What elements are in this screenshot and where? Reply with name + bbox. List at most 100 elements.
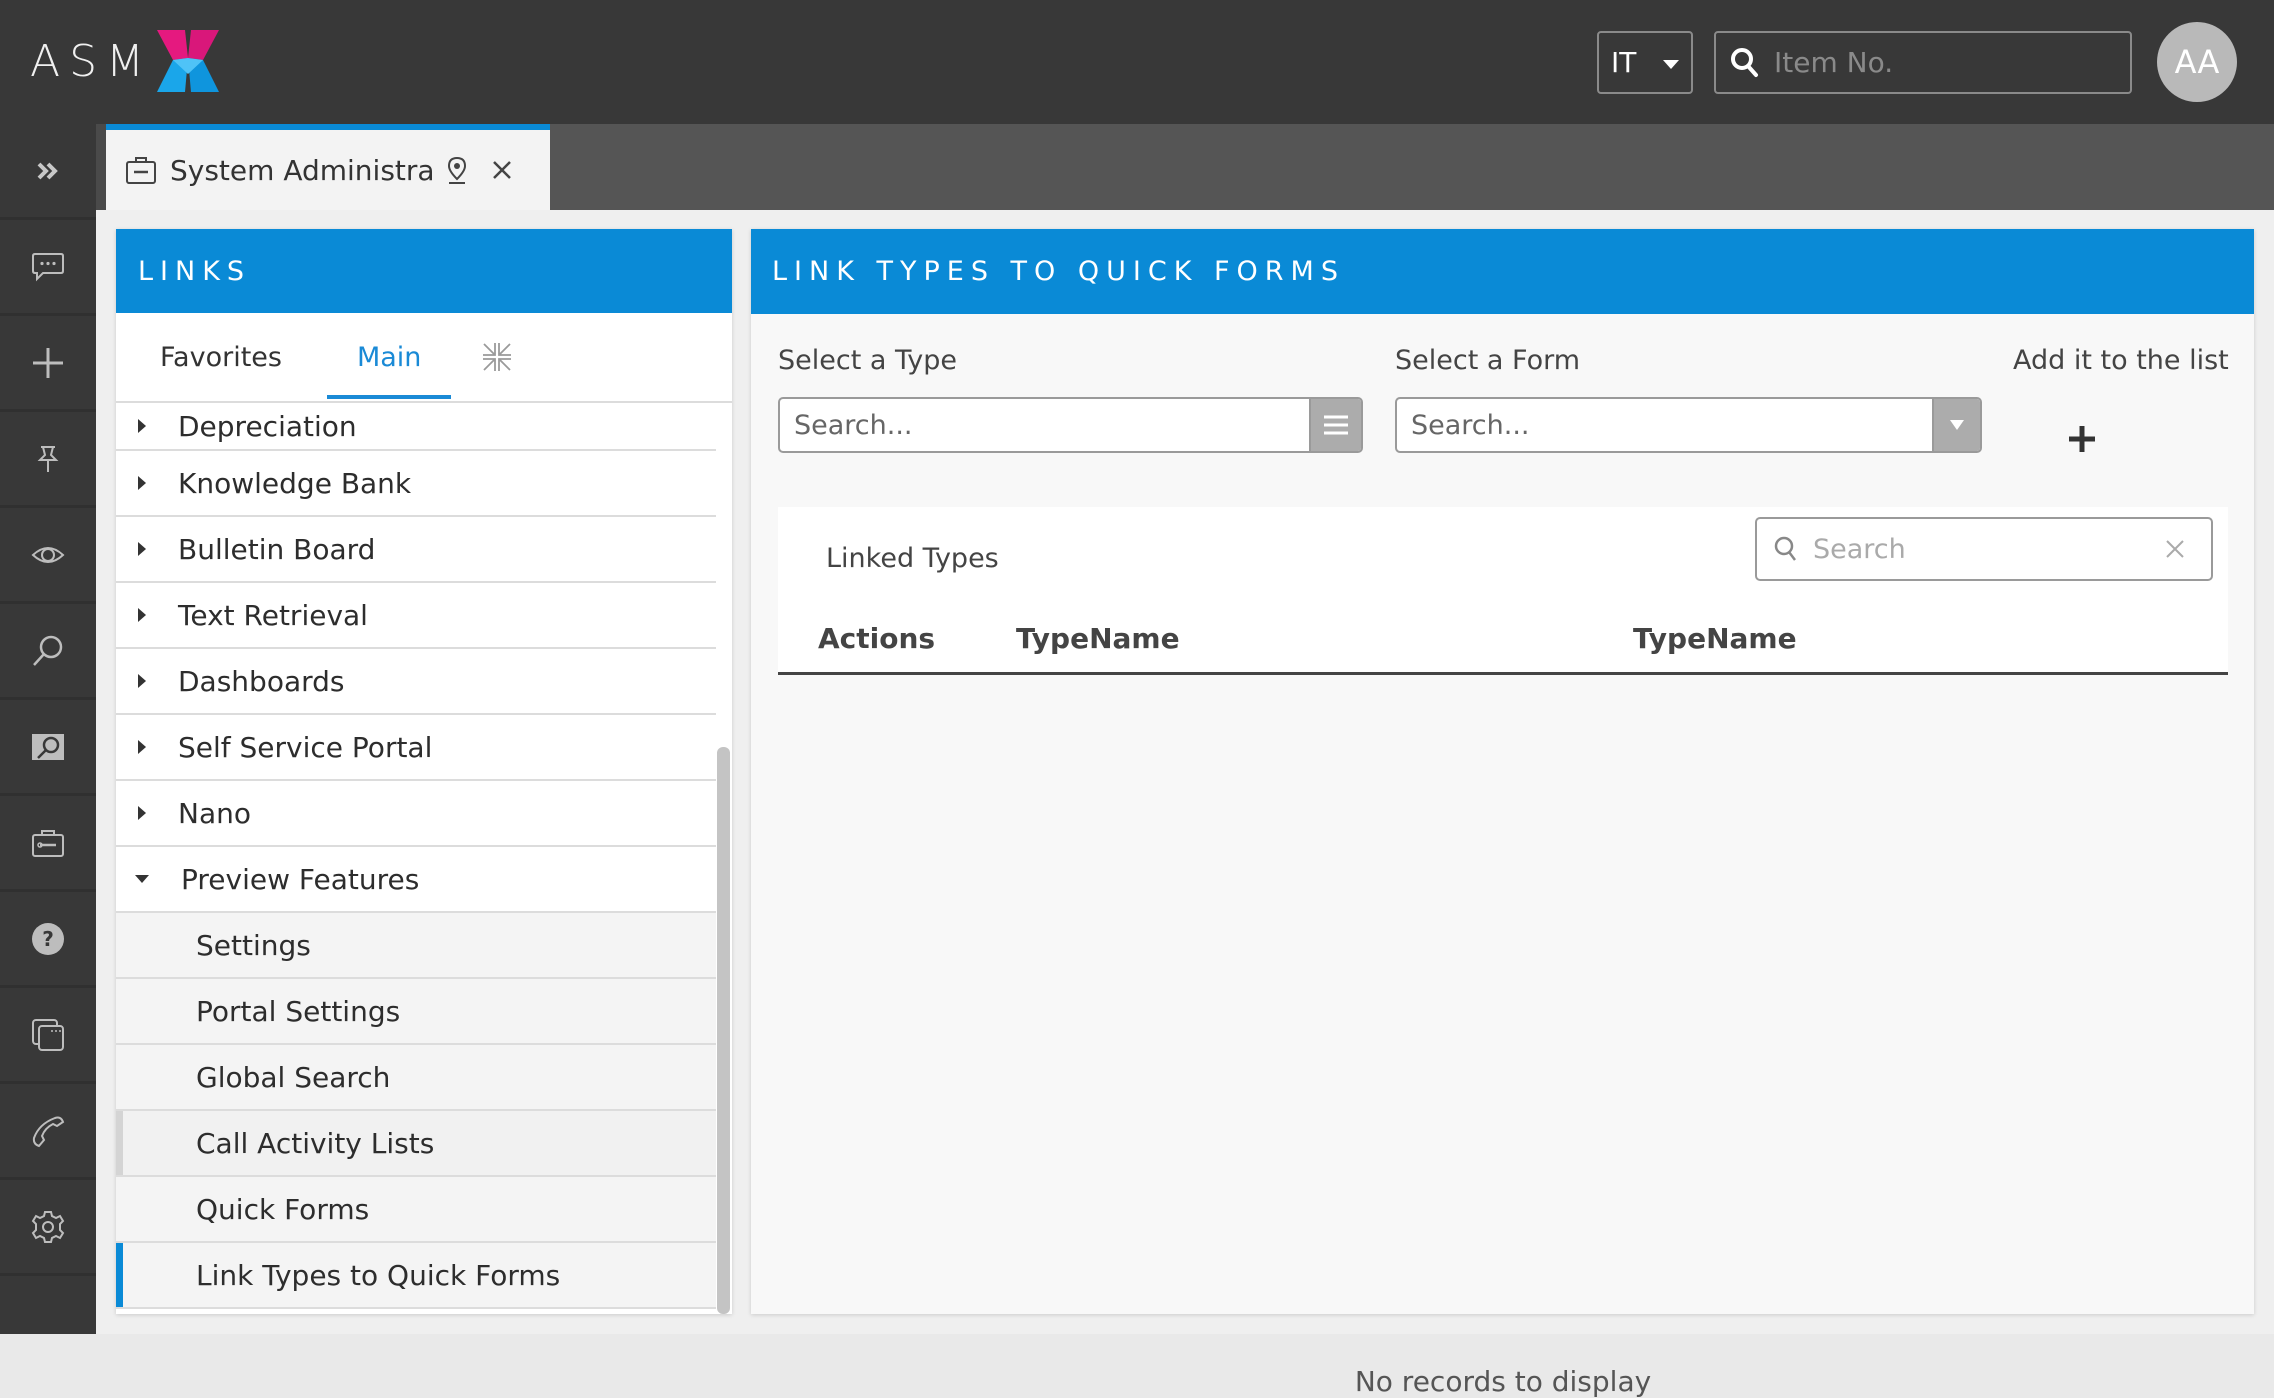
clear-icon[interactable]: [2165, 539, 2185, 559]
select-form-label: Select a Form: [1395, 345, 1581, 376]
tree-item[interactable]: Depreciation: [116, 403, 716, 451]
link-types-panel: LINK TYPES TO QUICK FORMS Select a Type …: [751, 229, 2254, 1398]
tab-main[interactable]: Main: [326, 342, 453, 399]
rail-expand[interactable]: [0, 124, 96, 220]
asm-logo[interactable]: ASM: [30, 28, 221, 94]
links-tabs: Favorites Main: [116, 313, 732, 403]
grid-header: Actions TypeName TypeName: [778, 587, 2228, 675]
tree-item[interactable]: Settings: [116, 913, 716, 979]
toolbox-icon: [32, 829, 64, 857]
column-typename[interactable]: TypeName: [1016, 622, 1180, 655]
tree-item-label: Preview Features: [181, 862, 420, 896]
tree-item[interactable]: Bulletin Board: [116, 517, 716, 583]
linked-types-grid: Linked Types Actions TypeName TypeName N…: [778, 507, 2228, 1398]
search-icon: [33, 635, 63, 666]
tree-item[interactable]: Call Activity Lists: [116, 1111, 716, 1177]
tree-item[interactable]: Preview Features: [116, 847, 716, 913]
caret-right-icon[interactable]: [138, 542, 146, 556]
phone-icon: [32, 1116, 65, 1147]
select-type-input[interactable]: [780, 409, 1309, 441]
caret-right-icon[interactable]: [138, 674, 146, 688]
windows-icon: [32, 1018, 64, 1051]
caret-right-icon[interactable]: [138, 476, 146, 490]
eye-icon: [31, 546, 65, 563]
column-typename-2[interactable]: TypeName: [1633, 622, 1797, 655]
grid-search-box: [1755, 517, 2213, 581]
column-actions[interactable]: Actions: [818, 622, 935, 655]
location-pin-icon[interactable]: [446, 156, 468, 184]
caret-right-icon[interactable]: [138, 608, 146, 622]
rail-settings[interactable]: [0, 1180, 96, 1276]
tree-item[interactable]: Self Service Portal: [116, 715, 716, 781]
tree-item[interactable]: Quick Forms: [116, 1177, 716, 1243]
select-form-combo: [1395, 397, 1982, 453]
select-type-list-button[interactable]: [1309, 399, 1361, 451]
caret-right-icon[interactable]: [138, 419, 146, 433]
tree-item-label: Text Retrieval: [178, 598, 368, 632]
rail-watch[interactable]: [0, 508, 96, 604]
rail-toolbox[interactable]: [0, 796, 96, 892]
rail-pinned[interactable]: [0, 412, 96, 508]
tab-favorites[interactable]: Favorites: [160, 342, 282, 373]
rail-calls[interactable]: [0, 1084, 96, 1180]
search-icon: [1774, 536, 1796, 561]
item-search-input[interactable]: [1774, 46, 2114, 79]
rail-help[interactable]: ?: [0, 892, 96, 988]
tree-item-label: Nano: [178, 796, 251, 830]
tree-item[interactable]: Global Search: [116, 1045, 716, 1111]
tab-bar-spacer: [96, 124, 106, 210]
tree-item[interactable]: Dashboards: [116, 649, 716, 715]
tree-item-label: Global Search: [196, 1060, 391, 1094]
grid-title: Linked Types: [826, 543, 999, 574]
svg-text:?: ?: [42, 927, 54, 951]
user-avatar[interactable]: AA: [2157, 22, 2237, 102]
rail-new[interactable]: [0, 316, 96, 412]
tree-item[interactable]: Text Retrieval: [116, 583, 716, 649]
item-search-box: [1714, 31, 2132, 94]
chevron-down-icon: [1663, 60, 1679, 69]
list-icon: [1324, 415, 1348, 435]
tree-item[interactable]: Knowledge Bank: [116, 451, 716, 517]
expand-icon: [37, 162, 58, 179]
collapse-all-icon[interactable]: [481, 341, 513, 373]
tab-system-administration[interactable]: System Administra...: [106, 124, 550, 210]
tree-item-label: Call Activity Lists: [196, 1126, 435, 1160]
help-icon: ?: [32, 922, 64, 955]
links-tree: Depreciation Knowledge Bank Bulletin Board…: [116, 403, 732, 1314]
caret-right-icon[interactable]: [138, 806, 146, 820]
tree-item-label: Depreciation: [178, 409, 357, 443]
tree-item[interactable]: Link Types to Quick Forms: [116, 1243, 716, 1309]
tree-item-label: Portal Settings: [196, 994, 401, 1028]
add-to-list-label: Add it to the list: [2013, 345, 2229, 376]
add-to-list-button[interactable]: [2057, 414, 2107, 464]
links-panel: LINKS Favorites Main Depreciation Knowled…: [116, 229, 732, 1314]
caret-right-icon[interactable]: [138, 740, 146, 754]
links-header: LINKS: [116, 229, 732, 313]
select-form-input[interactable]: [1397, 409, 1932, 441]
language-select[interactable]: IT: [1597, 31, 1693, 94]
logo-x-icon: [157, 30, 219, 92]
rail-advanced-search[interactable]: [0, 700, 96, 796]
rail-chat[interactable]: [0, 220, 96, 316]
tree-item-label: Settings: [196, 928, 311, 962]
plus-icon: [2069, 426, 2095, 452]
grid-search-input[interactable]: [1813, 533, 2153, 565]
tree-item[interactable]: Nano: [116, 781, 716, 847]
rail-search[interactable]: [0, 604, 96, 700]
chat-icon: [32, 252, 64, 281]
select-type-combo: [778, 397, 1363, 453]
tree-item-label: Quick Forms: [196, 1192, 370, 1226]
tree-item-label: Link Types to Quick Forms: [196, 1258, 561, 1292]
select-form-dropdown-button[interactable]: [1932, 399, 1980, 451]
caret-down-icon[interactable]: [135, 875, 149, 883]
gear-icon: [31, 1210, 65, 1243]
left-rail: ?: [0, 124, 96, 1334]
language-value: IT: [1611, 46, 1637, 79]
links-scrollbar[interactable]: [717, 747, 730, 1314]
rail-windows[interactable]: [0, 988, 96, 1084]
tree-item-label: Self Service Portal: [178, 730, 433, 764]
close-icon[interactable]: [492, 160, 512, 180]
search-icon: [1731, 47, 1758, 77]
tree-item[interactable]: Portal Settings: [116, 979, 716, 1045]
tree-item-label: Dashboards: [178, 664, 345, 698]
